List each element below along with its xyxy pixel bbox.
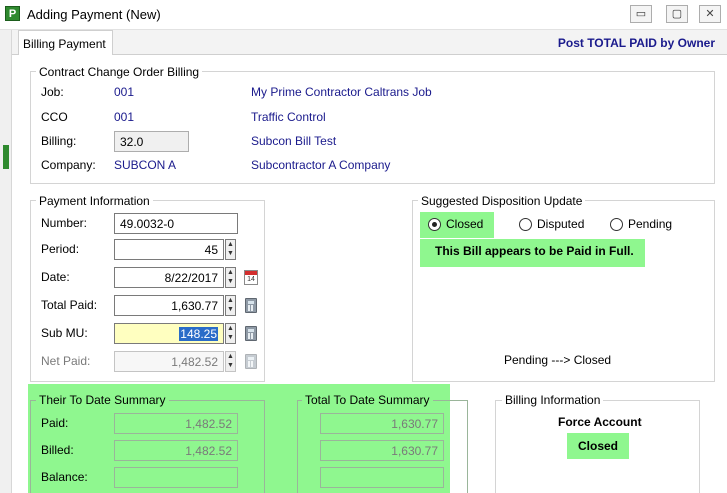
sub-mu-stepper[interactable]: ▲ ▼ (225, 323, 236, 344)
their-billed-field: 1,482.52 (114, 440, 238, 461)
company-label: Company: (41, 158, 96, 172)
number-input[interactable]: 49.0032-0 (114, 213, 238, 234)
total-paid-label: Total Paid: (41, 298, 98, 312)
left-frame-marker (3, 145, 9, 169)
left-frame (0, 30, 12, 493)
their-paid-field: 1,482.52 (114, 413, 238, 434)
maximize-button[interactable]: ▢ (666, 5, 688, 23)
spin-up-icon: ▲ (227, 353, 234, 360)
radio-closed[interactable] (428, 218, 441, 231)
spin-down-icon: ▼ (227, 362, 234, 369)
total-summary-legend: Total To Date Summary (302, 393, 433, 407)
company-code: SUBCON A (114, 158, 177, 172)
calculator-icon (245, 354, 257, 369)
close-button[interactable]: ✕ (699, 5, 721, 23)
status-transition: Pending ---> Closed (504, 353, 612, 367)
net-paid-field: 1,482.52 (114, 351, 224, 372)
tab-billing-payment[interactable]: Billing Payment (18, 30, 113, 55)
spin-up-icon[interactable]: ▲ (226, 268, 235, 277)
billing-number-field: 32.0 (114, 131, 189, 152)
net-paid-stepper: ▲ ▼ (225, 351, 236, 372)
job-code: 001 (114, 85, 135, 99)
their-billed-label: Billed: (41, 443, 74, 457)
period-label: Period: (41, 242, 80, 256)
radio-disputed-label[interactable]: Disputed (537, 217, 584, 231)
minimize-button[interactable]: ▭ (630, 5, 652, 23)
their-summary-legend: Their To Date Summary (36, 393, 169, 407)
radio-disputed[interactable] (519, 218, 532, 231)
period-input[interactable]: 45 (114, 239, 224, 260)
app-icon: P (5, 6, 20, 21)
calculator-icon[interactable] (245, 298, 257, 313)
billing-label: Billing: (41, 134, 77, 148)
spin-down-icon[interactable]: ▼ (226, 305, 235, 314)
net-paid-label: Net Paid: (41, 354, 91, 368)
spin-up-icon[interactable]: ▲ (226, 240, 235, 249)
radio-pending[interactable] (610, 218, 623, 231)
total-billed-summary-field: 1,630.77 (320, 440, 444, 461)
window-title: Adding Payment (New) (27, 7, 161, 22)
date-input[interactable]: 8/22/2017 (114, 267, 224, 288)
total-paid-summary-field: 1,630.77 (320, 413, 444, 434)
job-label: Job: (41, 85, 64, 99)
date-label: Date: (41, 270, 70, 284)
date-stepper[interactable]: ▲ ▼ (225, 267, 236, 288)
paid-in-full-message: This Bill appears to be Paid in Full. (435, 244, 634, 258)
their-balance-label: Balance: (41, 470, 88, 484)
spin-up-icon[interactable]: ▲ (226, 324, 235, 333)
cco-billing-legend: Contract Change Order Billing (36, 65, 203, 79)
spin-down-icon[interactable]: ▼ (226, 249, 235, 258)
spin-down-icon[interactable]: ▼ (226, 333, 235, 342)
disposition-legend: Suggested Disposition Update (418, 194, 586, 208)
spin-up-icon[interactable]: ▲ (226, 296, 235, 305)
radio-pending-label[interactable]: Pending (628, 217, 672, 231)
total-paid-stepper[interactable]: ▲ ▼ (225, 295, 236, 316)
cco-code: 001 (114, 110, 135, 124)
company-name: Subcontractor A Company (251, 158, 391, 172)
calculator-icon[interactable] (245, 326, 257, 341)
period-stepper[interactable]: ▲ ▼ (225, 239, 236, 260)
radio-closed-label[interactable]: Closed (446, 217, 483, 231)
total-balance-summary-field (320, 467, 444, 488)
sub-mu-input[interactable]: 148.25 (114, 323, 224, 344)
billing-type: Force Account (558, 415, 642, 429)
spin-down-icon[interactable]: ▼ (226, 277, 235, 286)
payment-info-legend: Payment Information (36, 194, 153, 208)
billing-info-legend: Billing Information (502, 393, 604, 407)
number-label: Number: (41, 216, 88, 230)
post-total-paid-link[interactable]: Post TOTAL PAID by Owner (558, 36, 715, 50)
billing-status-badge: Closed (567, 433, 629, 459)
their-paid-label: Paid: (41, 416, 69, 430)
calendar-day: 14 (247, 276, 255, 283)
job-name: My Prime Contractor Caltrans Job (251, 85, 432, 99)
cco-label: CCO (41, 110, 68, 124)
billing-name: Subcon Bill Test (251, 134, 337, 148)
sub-mu-label: Sub MU: (41, 326, 88, 340)
sub-mu-selected-value[interactable]: 148.25 (179, 327, 218, 341)
total-paid-input[interactable]: 1,630.77 (114, 295, 224, 316)
calendar-icon[interactable]: 14 (244, 270, 258, 285)
cco-name: Traffic Control (251, 110, 326, 124)
their-balance-field (114, 467, 238, 488)
